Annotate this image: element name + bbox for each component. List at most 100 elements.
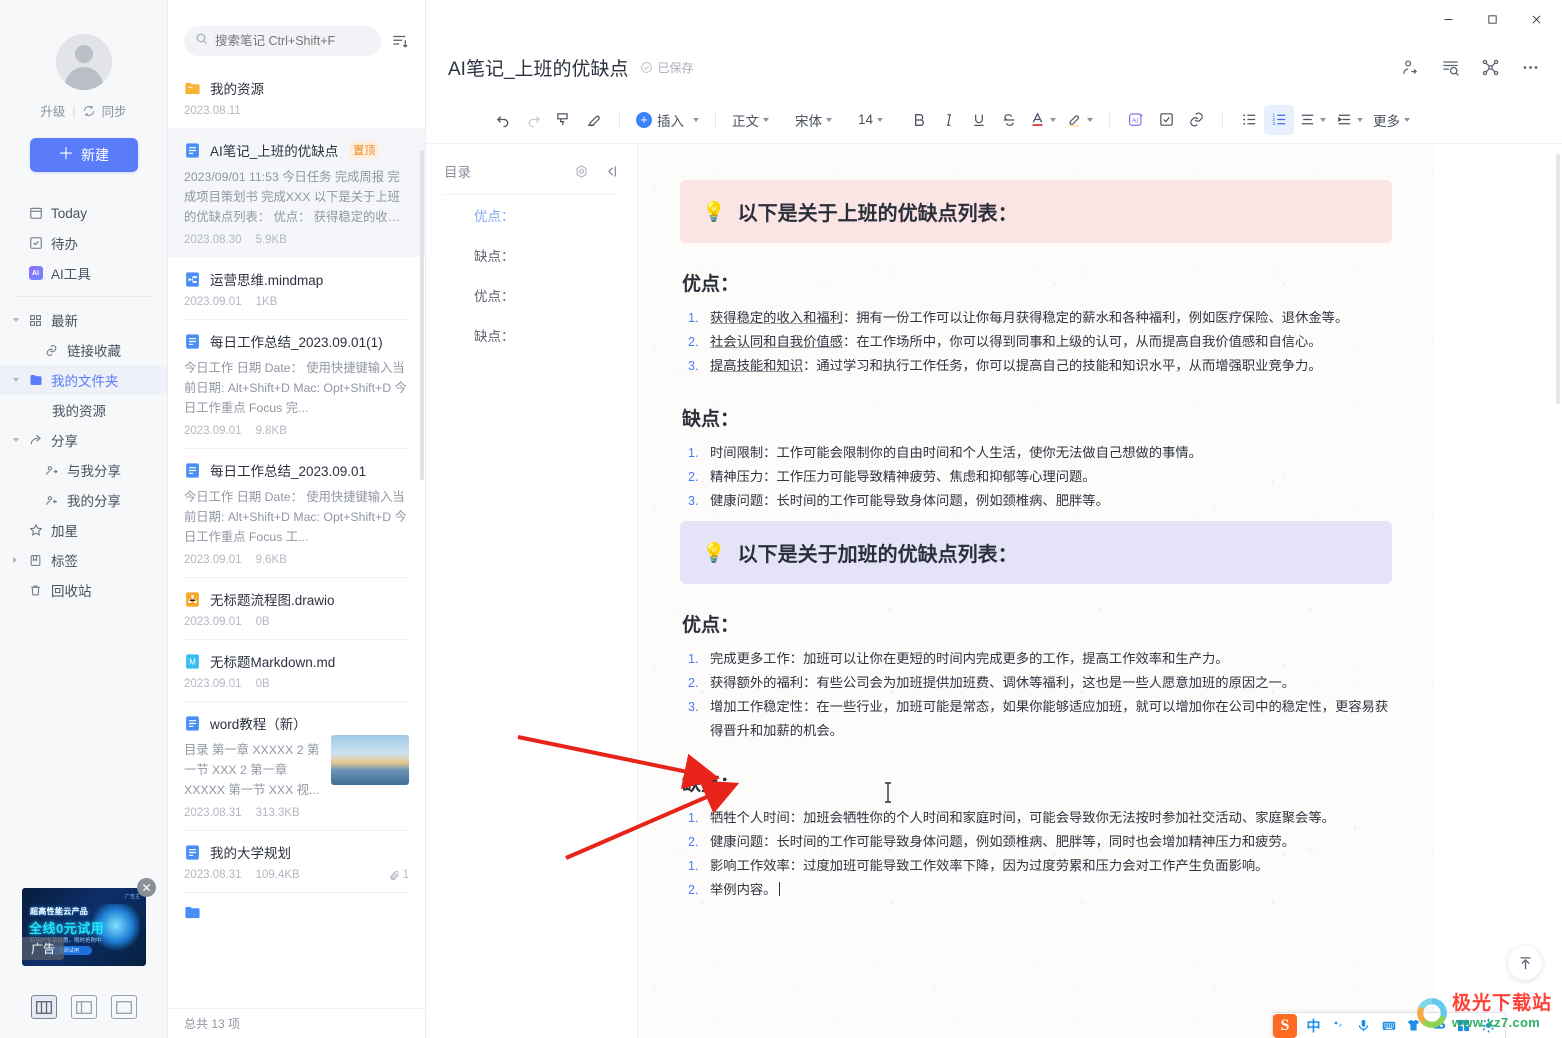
keyboard-icon[interactable]: [1376, 1014, 1401, 1038]
document-scroll-container[interactable]: 💡 以下是关于上班的优缺点列表： 优点： 1. 获得稳定的收入和福利：拥有一份工…: [638, 144, 1562, 1038]
sidebar-item-link-collection[interactable]: 链接收藏: [0, 335, 167, 365]
more-icon[interactable]: [1520, 57, 1540, 77]
overtime-cons-list[interactable]: 1. 牺牲个人时间：加班会牺牲你的个人时间和家庭时间，可能会导致你无法按时参加社…: [686, 806, 1392, 902]
list-item[interactable]: 1. 获得稳定的收入和福利：拥有一份工作可以让你每月获得稳定的薪水和各种福利，例…: [686, 306, 1392, 330]
sidebar-item-ai-tools[interactable]: AI AI工具: [0, 258, 167, 288]
chevron-down-icon[interactable]: [13, 318, 19, 322]
collapse-panel-icon[interactable]: [603, 163, 619, 179]
font-size-select[interactable]: 14: [853, 105, 888, 135]
list-item[interactable]: 3. 健康问题：长时间的工作可能导致身体问题，例如颈椎病、肥胖等。: [686, 489, 1392, 513]
microphone-icon[interactable]: [1351, 1014, 1376, 1038]
document-scrollbar[interactable]: [1556, 154, 1560, 404]
sidebar-item-tags[interactable]: 标签: [0, 545, 167, 575]
maximize-button[interactable]: [1470, 1, 1514, 37]
sidebar-item-my-folder[interactable]: 我的文件夹: [0, 365, 167, 395]
ordered-list-button[interactable]: 1 2 3: [1264, 104, 1295, 135]
search-box[interactable]: [184, 26, 381, 56]
sidebar-item-my-resources[interactable]: 我的资源: [0, 395, 167, 425]
list-item[interactable]: 无标题流程图.drawio 2023.09.01 0B: [168, 577, 425, 639]
search-input[interactable]: [215, 34, 370, 48]
toc-item[interactable]: 缺点：: [426, 315, 637, 355]
bullet-list-button[interactable]: [1234, 105, 1264, 135]
list-item[interactable]: 1. 时间限制：工作可能会限制你的自由时间和个人生活，使你无法做自己想做的事情。: [686, 441, 1392, 465]
sync-icon[interactable]: [83, 105, 95, 117]
toc-item[interactable]: 缺点：: [426, 235, 637, 275]
mindmap-view-icon[interactable]: [1480, 57, 1500, 77]
close-icon[interactable]: ✕: [137, 878, 156, 897]
layout-three-column-button[interactable]: [31, 995, 57, 1019]
sidebar-item-trash[interactable]: 回收站: [0, 575, 167, 605]
toc-item[interactable]: 优点：: [426, 195, 637, 235]
list-scrollbar[interactable]: [420, 150, 424, 480]
format-painter-button[interactable]: [548, 105, 578, 135]
chevron-right-icon[interactable]: [13, 557, 17, 563]
list-item[interactable]: [168, 892, 425, 932]
overtime-pros-list[interactable]: 1. 完成更多工作：加班可以让你在更短的时间内完成更多的工作，提高工作效率和生产…: [686, 647, 1392, 743]
sidebar-item-today[interactable]: Today: [0, 198, 167, 228]
align-button[interactable]: [1294, 105, 1331, 135]
paragraph-style-select[interactable]: 正文: [727, 105, 774, 135]
underline-button[interactable]: [964, 105, 994, 135]
list-item[interactable]: 我的资源 2023.08.11: [168, 66, 425, 128]
todo-button[interactable]: [1151, 105, 1181, 135]
sidebar-item-todo[interactable]: 待办: [0, 228, 167, 258]
list-item[interactable]: 1. 完成更多工作：加班可以让你在更短的时间内完成更多的工作，提高工作效率和生产…: [686, 647, 1392, 671]
clear-format-button[interactable]: [578, 105, 608, 135]
gear-icon[interactable]: [573, 163, 589, 179]
layout-two-column-button[interactable]: [71, 995, 97, 1019]
ai-button[interactable]: AI: [1121, 105, 1151, 135]
advertisement[interactable]: 广告主 超高性能云产品 全线0元试用 新用户专享特惠，限时抢购中 立即试用 广告…: [22, 878, 156, 966]
font-color-button[interactable]: [1024, 105, 1061, 135]
sidebar-item-share[interactable]: 分享: [0, 425, 167, 455]
ad-image[interactable]: 广告主 超高性能云产品 全线0元试用 新用户专享特惠，限时抢购中 立即试用 广告: [22, 888, 146, 966]
strikethrough-button[interactable]: [994, 105, 1024, 135]
note-list[interactable]: 我的资源 2023.08.11 AI笔记_上班的优缺点 置顶 2023/09/0…: [168, 66, 425, 1008]
page-title[interactable]: AI笔记_上班的优缺点: [448, 54, 629, 81]
list-item[interactable]: 每日工作总结_2023.09.01(1) 今日工作 日期 Date： 使用快捷键…: [168, 319, 425, 448]
sort-filter-icon[interactable]: [391, 32, 409, 50]
share-user-icon[interactable]: [1400, 57, 1420, 77]
sync-label[interactable]: 同步: [102, 101, 127, 120]
list-item[interactable]: 2. 获得额外的福利：有些公司会为加班提供加班费、调休等福利，这也是一些人愿意加…: [686, 671, 1392, 695]
indent-button[interactable]: [1331, 105, 1368, 135]
italic-button[interactable]: [934, 105, 964, 135]
close-button[interactable]: [1514, 1, 1558, 37]
scroll-to-top-button[interactable]: [1508, 946, 1542, 980]
document-page[interactable]: 💡 以下是关于上班的优缺点列表： 优点： 1. 获得稳定的收入和福利：拥有一份工…: [638, 144, 1434, 1038]
font-family-select[interactable]: 宋体: [790, 105, 837, 135]
find-icon[interactable]: [1440, 57, 1460, 77]
sidebar-item-latest[interactable]: 最新: [0, 305, 167, 335]
list-item[interactable]: 3. 提高技能和知识：通过学习和执行工作任务，你可以提高自己的技能和知识水平，从…: [686, 354, 1392, 378]
chevron-down-icon[interactable]: [13, 378, 19, 382]
ime-mode-button[interactable]: 中: [1301, 1014, 1326, 1038]
work-cons-list[interactable]: 1. 时间限制：工作可能会限制你的自由时间和个人生活，使你无法做自己想做的事情。…: [686, 441, 1392, 513]
list-item[interactable]: 每日工作总结_2023.09.01 今日工作 日期 Date： 使用快捷键输入当…: [168, 448, 425, 577]
sidebar-item-shared-with-me[interactable]: 与我分享: [0, 455, 167, 485]
list-item[interactable]: 2. 社会认同和自我价值感：在工作场所中，你可以得到同事和上级的认可，从而提高自…: [686, 330, 1392, 354]
avatar[interactable]: [55, 34, 112, 90]
list-item[interactable]: 1. 影响工作效率：过度加班可能导致工作效率下降，因为过度劳累和压力会对工作产生…: [686, 854, 1392, 878]
list-item[interactable]: AI笔记_上班的优缺点 置顶 2023/09/01 11:53 今日任务 完成周…: [168, 128, 425, 257]
list-item[interactable]: 1. 牺牲个人时间：加班会牺牲你的个人时间和家庭时间，可能会导致你无法按时参加社…: [686, 806, 1392, 830]
redo-button[interactable]: [518, 105, 548, 135]
layout-single-column-button[interactable]: [111, 995, 137, 1019]
highlight-button[interactable]: [1061, 105, 1098, 135]
bold-button[interactable]: [904, 105, 934, 135]
list-item[interactable]: word教程（新） 目录 第一章 XXXXX 2 第一节 XXX 2 第一章 X…: [168, 701, 425, 830]
more-options-button[interactable]: 更多: [1368, 105, 1415, 135]
insert-button[interactable]: + 插入: [631, 105, 704, 135]
list-item[interactable]: 2. 健康问题：长时间的工作可能导致身体问题，例如颈椎病、肥胖等，同时也会增加精…: [686, 830, 1392, 854]
list-item[interactable]: 2. 精神压力：工作压力可能导致精神疲劳、焦虑和抑郁等心理问题。: [686, 465, 1392, 489]
undo-button[interactable]: [488, 105, 518, 135]
new-button[interactable]: ＋ 新建: [29, 138, 138, 172]
minimize-button[interactable]: [1426, 1, 1470, 37]
link-button[interactable]: [1181, 105, 1211, 135]
sidebar-item-starred[interactable]: 加星: [0, 515, 167, 545]
work-pros-list[interactable]: 1. 获得稳定的收入和福利：拥有一份工作可以让你每月获得稳定的薪水和各种福利，例…: [686, 306, 1392, 378]
toc-item[interactable]: 优点：: [426, 275, 637, 315]
chevron-down-icon[interactable]: [13, 438, 19, 442]
list-item[interactable]: 3. 增加工作稳定性：在一些行业，加班可能是常态，如果你能够适应加班，就可以增加…: [686, 695, 1392, 743]
sidebar-item-my-shares[interactable]: 我的分享: [0, 485, 167, 515]
upgrade-link[interactable]: 升级: [40, 101, 65, 120]
punctuation-icon[interactable]: [1326, 1014, 1351, 1038]
